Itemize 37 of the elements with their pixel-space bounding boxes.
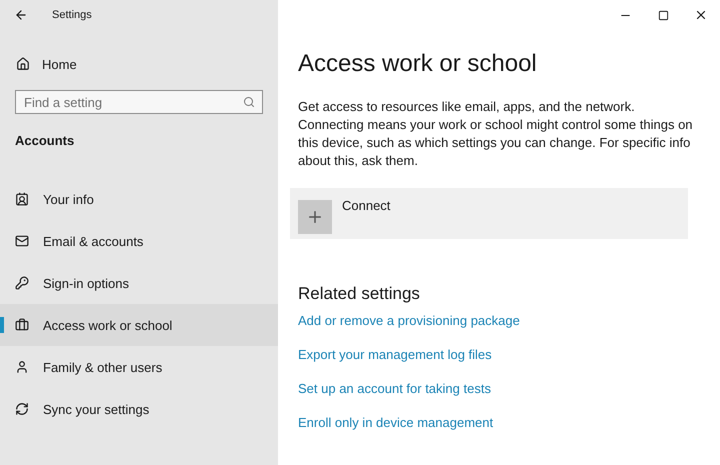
nav-label: Your info [43,192,94,206]
nav-label: Sign-in options [43,276,129,290]
nav-icon [15,318,29,332]
home-icon [16,57,30,71]
nav-label: Sync your settings [43,402,150,416]
nav-icon [15,402,29,416]
related-link[interactable]: Add or remove a provisioning package [298,313,520,329]
nav-icon [15,192,29,206]
nav-icon [15,234,29,248]
sidebar-item[interactable]: Access work or school [0,304,278,346]
sidebar-item[interactable]: Family & other users [0,346,278,388]
sidebar-item[interactable]: Email & accounts [0,220,278,262]
sidebar-item[interactable]: Your info [0,178,278,220]
nav-label: Email & accounts [43,234,144,248]
back-icon[interactable] [14,8,28,22]
sidebar-item[interactable]: Sign-in options [0,262,278,304]
related-link[interactable]: Enroll only in device management [298,415,494,431]
sidebar-item[interactable]: Sync your settings [0,388,278,430]
description: Get access to resources like email, apps, and the network. Connecting means your work or school might control some things on this device, such as which settings you can change. For specific info about this, ask them. [298,98,694,170]
plus-icon [298,200,332,234]
page-title: Access work or school [298,50,538,78]
related-link[interactable]: Export your management log files [298,347,492,363]
section-heading: Accounts [14,133,76,148]
close-icon[interactable] [694,8,708,22]
related-link[interactable]: Set up an account for taking tests [298,381,491,397]
search-field[interactable]: Find a setting [15,90,263,114]
window-title: Settings [52,9,92,21]
home-label: Home [42,56,77,72]
search-icon[interactable] [243,96,255,108]
nav-label: Family & other users [43,360,162,374]
maximize-icon[interactable] [658,10,668,20]
nav-icon [15,276,29,290]
section-heading: Related settings [298,284,421,304]
nav-label: Access work or school [43,318,172,332]
connect-button[interactable]: Connect [290,188,688,239]
home-link[interactable]: Home [0,52,278,76]
nav-icon [15,360,29,374]
